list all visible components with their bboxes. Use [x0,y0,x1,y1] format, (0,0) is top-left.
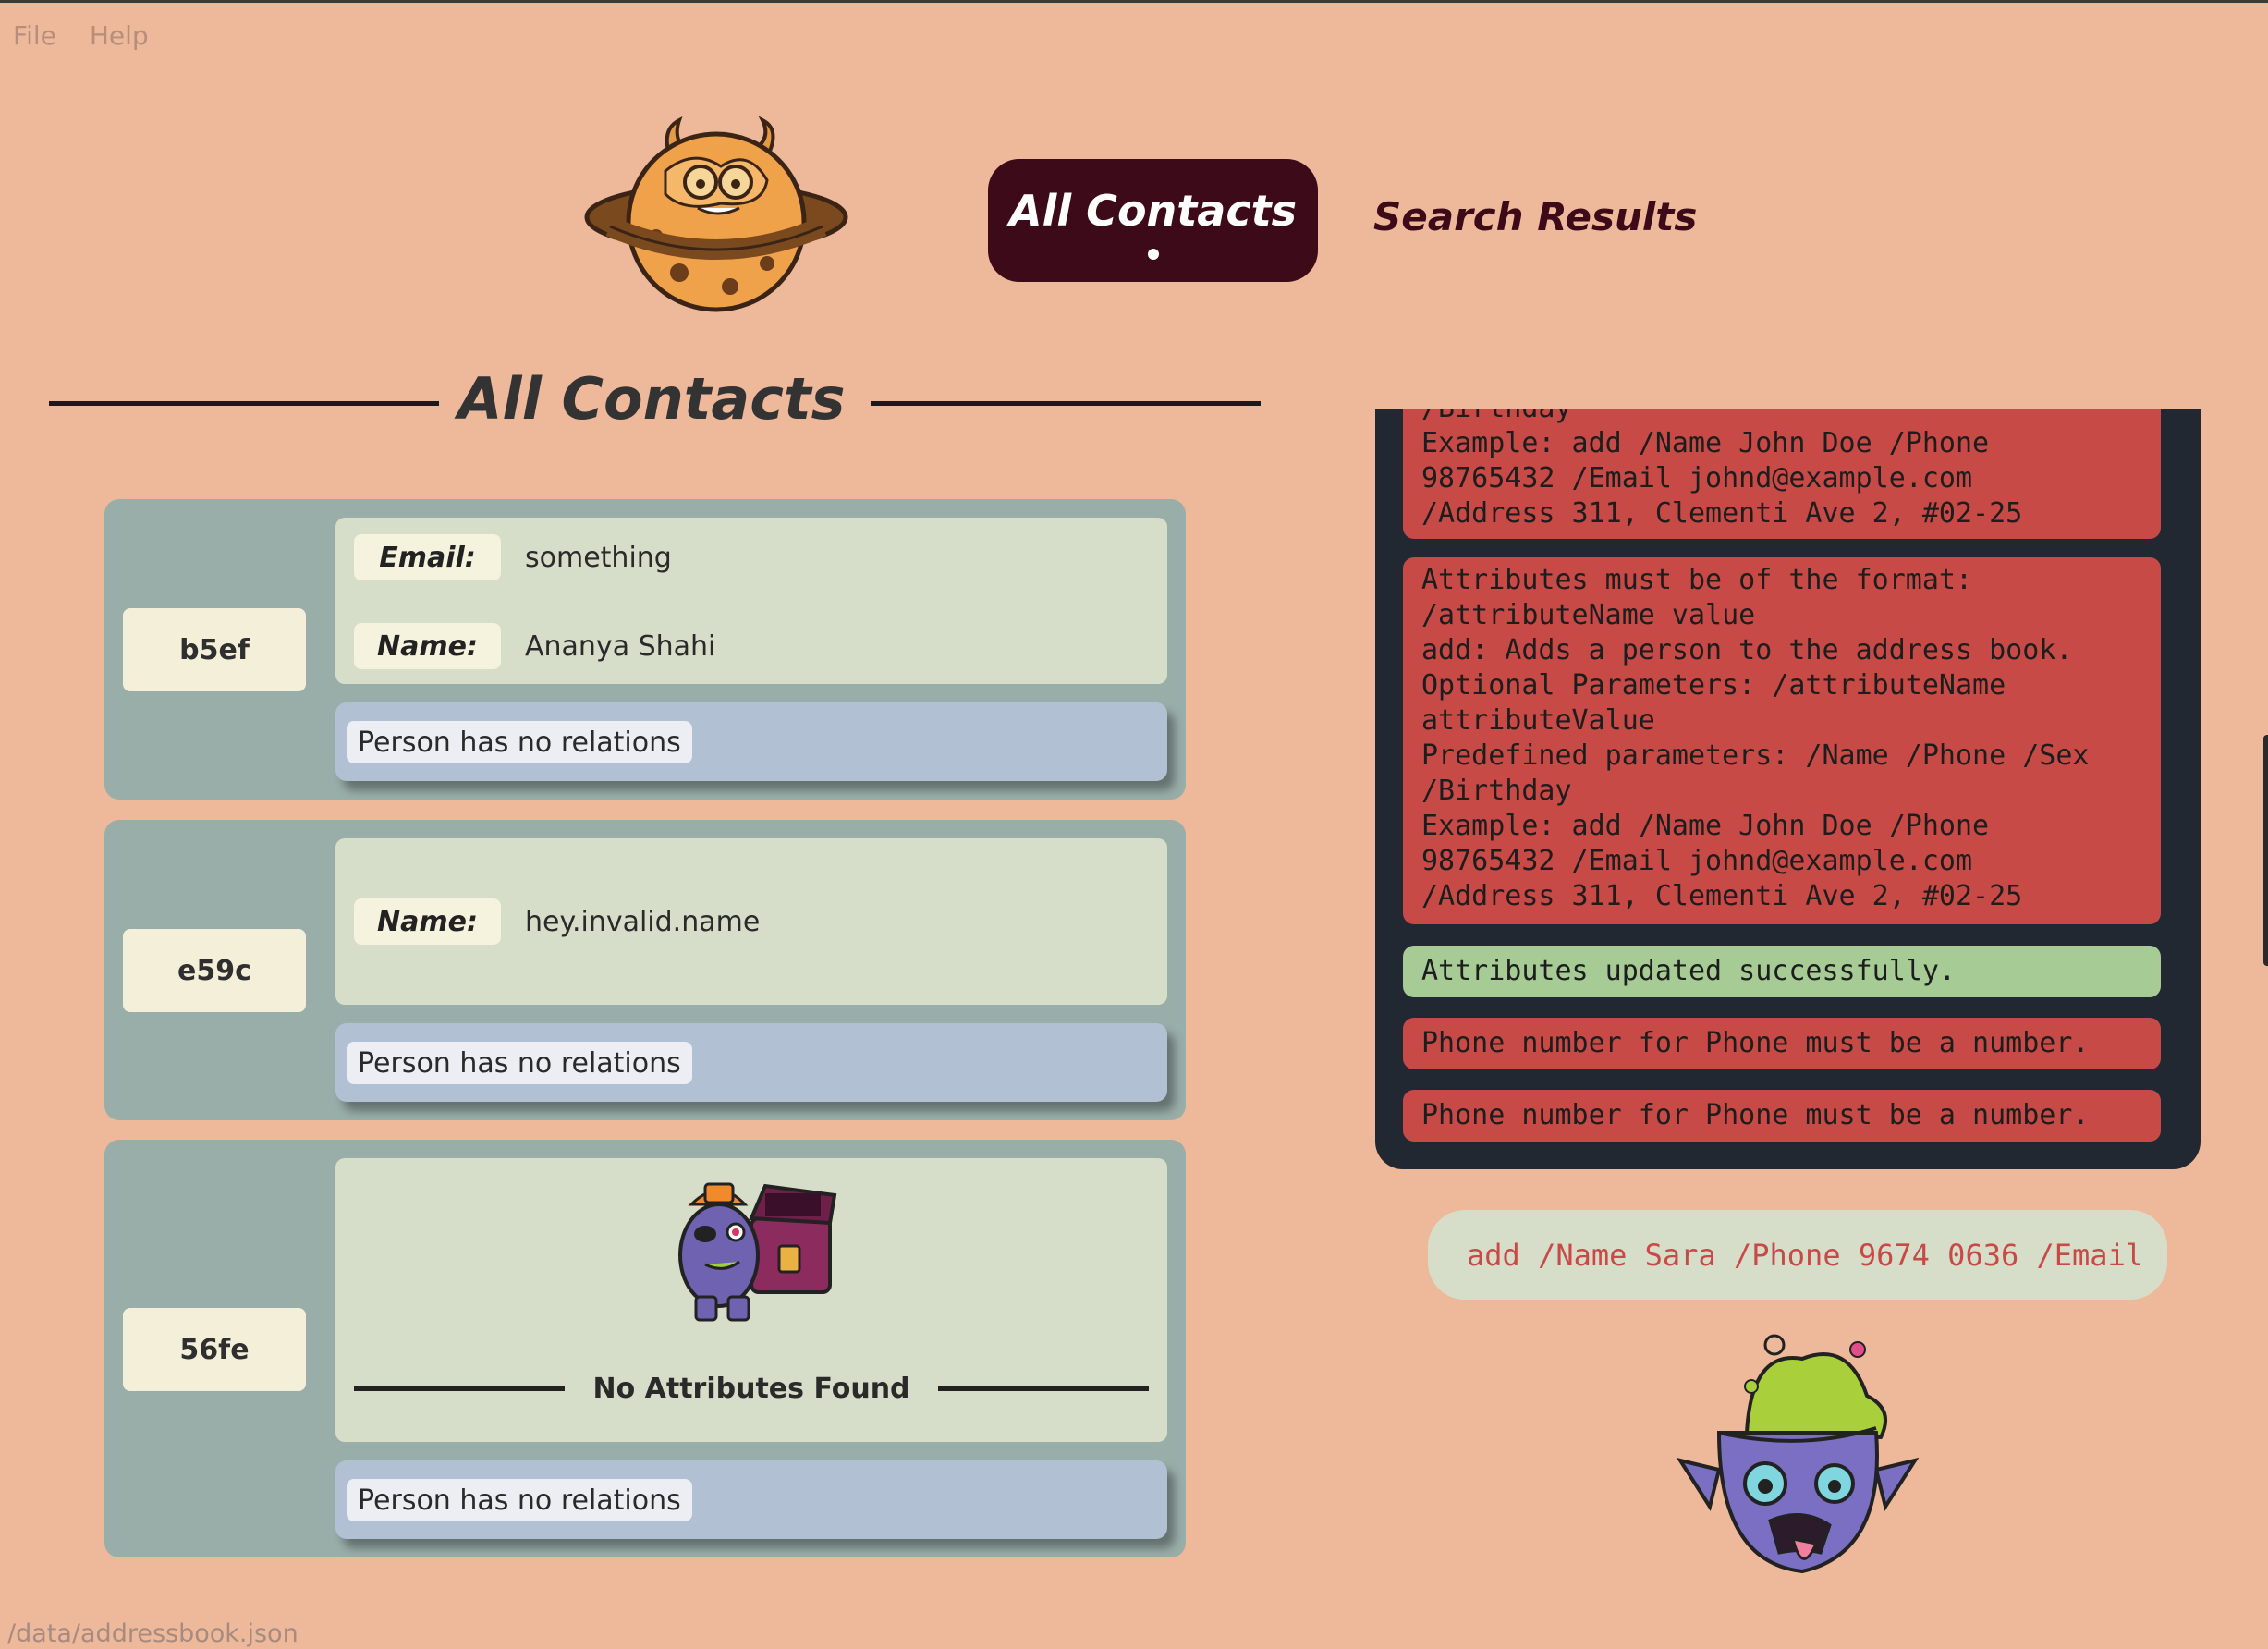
result-log-panel[interactable]: /Birthday Example: add /Name John Doe /P… [1375,409,2201,1169]
menu-file[interactable]: File [13,20,56,51]
section-divider-left [49,401,439,406]
relations-label: Person has no relations [347,1042,692,1084]
status-bar-file-path: /data/addressbook.json [7,1619,299,1648]
attribute-key: Name: [354,623,501,669]
log-message-error: /Birthday Example: add /Name John Doe /P… [1403,409,2161,539]
attributes-panel: Email: something Name: Ananya Shahi [335,518,1167,684]
divider-line [354,1386,566,1391]
command-input[interactable]: add /Name Sara /Phone 9674 0636 /Email [1428,1210,2167,1300]
log-message-error: Phone number for Phone must be a number. [1403,1018,2161,1069]
relations-panel: Person has no relations [335,702,1167,781]
contact-card[interactable]: b5ef Email: something Name: Ananya Shahi… [104,499,1186,800]
menu-help[interactable]: Help [90,20,149,51]
log-message-error: Attributes must be of the format: /attri… [1403,557,2161,924]
attribute-key: Name: [354,898,501,945]
tab-all-contacts[interactable]: All Contacts [988,159,1318,282]
attribute-row: Name: hey.invalid.name [354,898,760,945]
relations-label: Person has no relations [347,1479,692,1521]
log-message-success: Attributes updated successfully. [1403,946,2161,997]
relations-panel: Person has no relations [335,1023,1167,1102]
log-message-error: Phone number for Phone must be a number. [1403,1090,2161,1142]
pirate-treasure-chest-icon [678,1182,837,1322]
attributes-panel: Name: hey.invalid.name [335,838,1167,1005]
cookie-planet-mascot-icon [584,116,848,312]
attribute-row: Email: something [354,534,672,580]
no-attributes-label: No Attributes Found [592,1373,910,1405]
contact-card[interactable]: e59c Name: hey.invalid.name Person has n… [104,820,1186,1120]
contact-card[interactable]: 56fe No Attributes Found Person has no r… [104,1140,1186,1557]
window-resize-handle[interactable] [2263,735,2268,966]
tab-search-results[interactable]: Search Results [1373,194,1697,239]
section-title: All Contacts [457,365,846,433]
relations-label: Person has no relations [347,721,692,763]
window-top-border [0,0,2268,3]
brain-monster-mascot-icon [1676,1334,1920,1574]
contact-id-badge: e59c [123,929,306,1012]
attribute-value: something [525,541,672,574]
relations-panel: Person has no relations [335,1460,1167,1539]
attributes-panel: No Attributes Found [335,1158,1167,1442]
active-tab-indicator [1147,248,1159,260]
tab-all-contacts-label: All Contacts [1009,185,1297,236]
contact-id-badge: 56fe [123,1308,306,1391]
no-attributes-divider: No Attributes Found [354,1373,1150,1405]
menu-bar: File Help [13,20,149,51]
contact-id-badge: b5ef [123,608,306,691]
attribute-value: hey.invalid.name [525,905,761,938]
section-divider-right [871,401,1261,406]
attribute-value: Ananya Shahi [525,629,716,663]
divider-line [937,1386,1150,1391]
attribute-key: Email: [354,534,501,580]
attribute-row: Name: Ananya Shahi [354,623,715,669]
command-input-text: add /Name Sara /Phone 9674 0636 /Email [1467,1237,2144,1273]
